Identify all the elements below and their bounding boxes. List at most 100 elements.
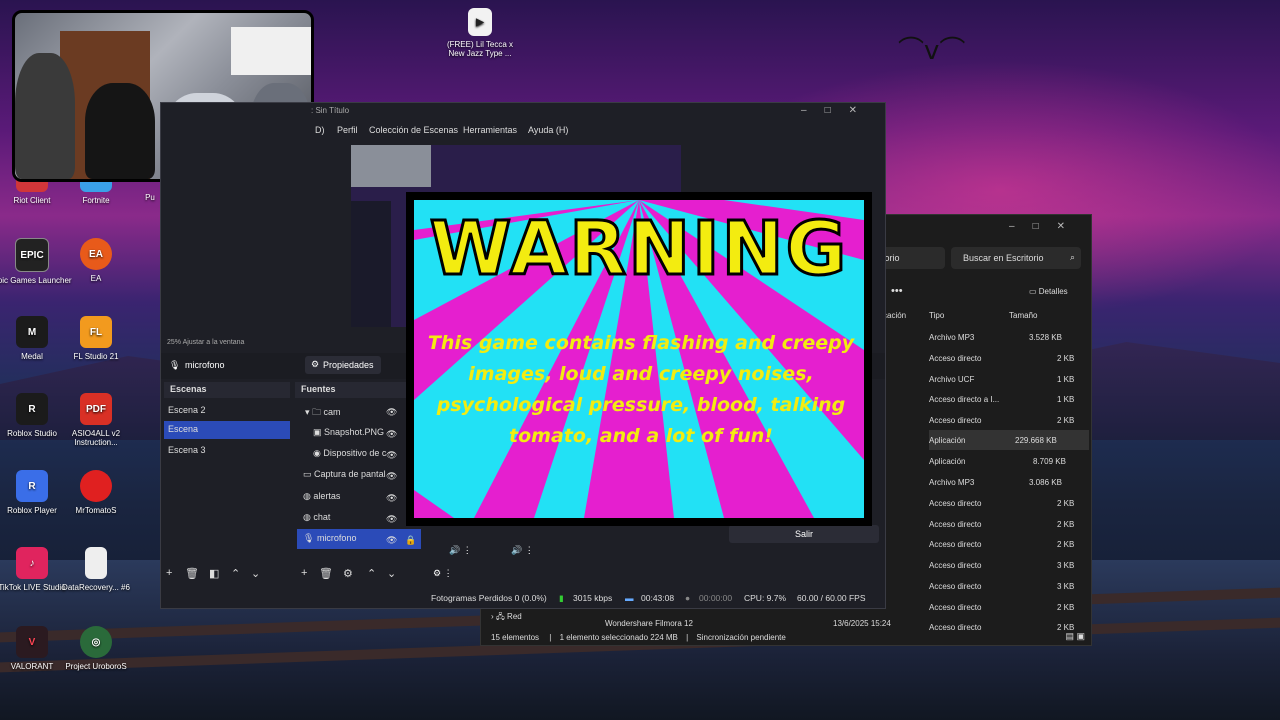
file-size: 3.528 KB (1029, 333, 1062, 342)
source-settings-icon[interactable]: ⚙ (343, 567, 353, 580)
file-row[interactable]: Acceso directo 2 KB (929, 410, 1089, 430)
zoom-indicator[interactable]: 25% Ajustar a la ventana (167, 339, 244, 346)
file-icon (85, 547, 107, 579)
file-row-selected[interactable]: Aplicación 229.668 KB (929, 430, 1089, 450)
source-item-device[interactable]: ◉ Dispositivo de c (297, 444, 421, 464)
desktop-icon-label: DataRecovery... #6 (62, 583, 130, 592)
desktop-icon-asio-pdf[interactable]: PDF ASIO4ALL v2 Instruction... (56, 393, 136, 447)
visibility-eye-icon[interactable]: 👁 (386, 450, 397, 461)
file-row[interactable]: Acceso directo a I... 1 KB (929, 389, 1089, 409)
view-toggle-icons[interactable]: ▤ ▣ (1065, 631, 1085, 642)
scene-item-selected[interactable]: Escena (164, 421, 290, 439)
roblox-studio-icon: R (16, 393, 48, 425)
add-source-icon[interactable]: + (301, 567, 307, 579)
desktop-icon-label: Fortnite (82, 196, 110, 205)
menu-item-herramientas[interactable]: Herramientas (463, 125, 517, 135)
desktop-icon-audio-file[interactable]: ▶ (FREE) Lil Tecca x New Jazz Type ... (440, 8, 520, 58)
preview-webcam (351, 145, 431, 187)
file-row[interactable]: Aplicación 8.709 KB (929, 451, 1089, 471)
move-up-icon[interactable]: ⌃ (231, 567, 240, 580)
file-row[interactable]: Acceso directo 3 KB (929, 576, 1089, 596)
desktop-icon-mrtomatos[interactable]: MrTomatoS (56, 470, 136, 515)
visibility-eye-icon[interactable]: 👁 (386, 493, 397, 504)
file-row[interactable]: Acceso directo 3 KB (929, 555, 1089, 575)
source-label: microfono (316, 533, 357, 543)
properties-button[interactable]: ⚙ Propiedades (305, 356, 381, 374)
file-type: Aplicación (929, 457, 966, 466)
source-item-chat[interactable]: ◍ chat (297, 508, 421, 528)
window-title: : Sin Título (311, 106, 350, 115)
audio-speaker-icon[interactable]: 🔊 ⋮ (511, 545, 534, 556)
menu-bar: D) Perfil Colección de Escenas Herramien… (161, 123, 885, 141)
file-row[interactable]: Archivo MP3 3.086 KB (929, 472, 1089, 492)
explorer-window-controls[interactable]: –□✕ (1009, 221, 1083, 232)
visibility-eye-icon[interactable]: 👁 (386, 407, 397, 418)
desktop-icon-project-uroboros[interactable]: ◎ Project UroboroS (56, 626, 136, 671)
scene-filter-icon[interactable]: ◧ (209, 567, 219, 580)
desktop-icon-ea[interactable]: EA EA (56, 238, 136, 283)
dropped-frames: Fotogramas Perdidos 0 (0.0%) (431, 593, 547, 603)
file-type: Aplicación (929, 436, 966, 445)
source-item-cam[interactable]: ▾ 🗀 cam (297, 401, 421, 421)
desktop-icon-datarecovery[interactable]: DataRecovery... #6 (56, 547, 136, 592)
search-placeholder: Buscar en Escritorio (963, 253, 1044, 263)
file-size: 229.668 KB (1015, 436, 1057, 445)
visibility-eye-icon[interactable]: 👁 (386, 535, 397, 546)
file-row[interactable]: Acceso directo 2 KB (929, 514, 1089, 534)
visibility-eye-icon[interactable]: 👁 (386, 429, 397, 440)
source-item-alertas[interactable]: ◍ alertas (297, 487, 421, 507)
file-row[interactable]: Acceso directo 2 KB (929, 534, 1089, 554)
file-row[interactable]: Acceso directo 2 KB (929, 348, 1089, 368)
remove-scene-icon[interactable]: 🗑 (185, 567, 199, 580)
desktop-icon-label: EA (90, 274, 102, 283)
column-header-size[interactable]: Tamaño (1009, 311, 1037, 320)
menu-item-perfil[interactable]: Perfil (337, 125, 358, 135)
nav-item-red[interactable]: › 🖧 Red (491, 611, 522, 625)
desktop-icon-fl-studio[interactable]: FL FL Studio 21 (56, 316, 136, 361)
remove-source-icon[interactable]: 🗑 (319, 567, 333, 580)
explorer-status-bar: 15 elementos | 1 elemento seleccionado 2… (491, 633, 786, 642)
source-down-icon[interactable]: ⌄ (387, 567, 396, 580)
lock-icon[interactable]: 🔒 (405, 535, 416, 546)
file-type: Acceso directo (929, 540, 982, 549)
file-row[interactable]: Archivo UCF 1 KB (929, 369, 1089, 389)
window-controls[interactable]: –□✕ (801, 105, 875, 116)
file-type: Archivo MP3 (929, 478, 975, 487)
file-type: Acceso directo (929, 354, 982, 363)
exit-button[interactable]: Salir (729, 525, 879, 543)
mixer-settings-icon[interactable]: ⚙ ⋮ (433, 568, 453, 579)
file-row[interactable]: Acceso directo 2 KB (929, 493, 1089, 513)
filmora-row[interactable]: Wondershare Filmora 12 13/6/2025 15:24 (605, 619, 891, 628)
add-scene-icon[interactable]: + (166, 567, 172, 579)
move-down-icon[interactable]: ⌄ (251, 567, 260, 580)
scene-item[interactable]: Escena 3 (164, 442, 290, 460)
visibility-eye-icon[interactable]: 👁 (386, 514, 397, 525)
source-item-screen-capture[interactable]: ▭ Captura de pantal (297, 465, 421, 485)
audio-speaker-icon[interactable]: 🔊 ⋮ (449, 545, 472, 556)
file-type: Acceso directo (929, 561, 982, 570)
search-input[interactable]: Buscar en Escritorio ⌕ (951, 247, 1081, 269)
desktop-icon-label: FL Studio 21 (73, 352, 119, 361)
fps-readout: 60.00 / 60.00 FPS (797, 593, 866, 603)
details-button[interactable]: ▭ Detalles (1029, 287, 1068, 296)
menu-item-coleccion[interactable]: Colección de Escenas (369, 125, 458, 135)
file-type: Acceso directo (929, 520, 982, 529)
scenes-header: Escenas (164, 382, 290, 398)
scene-item[interactable]: Escena 2 (164, 402, 290, 420)
desktop-icon-label: MrTomatoS (75, 506, 117, 515)
preview-nested (351, 201, 391, 327)
status-count: 15 elementos (491, 633, 540, 642)
file-row[interactable]: Archivo MP3 3.528 KB (929, 327, 1089, 347)
scenes-header-label: Escenas (170, 384, 207, 394)
file-type: Acceso directo (929, 582, 982, 591)
column-header-type[interactable]: Tipo (929, 311, 944, 320)
file-row[interactable]: Acceso directo 2 KB (929, 597, 1089, 617)
menu-item-ayuda[interactable]: Ayuda (H) (528, 125, 568, 135)
webcam-person (85, 83, 155, 179)
source-up-icon[interactable]: ⌃ (367, 567, 376, 580)
more-options-icon[interactable]: ••• (891, 285, 903, 297)
source-item-snapshot[interactable]: ▣ Snapshot.PNG (297, 423, 421, 443)
menu-item[interactable]: D) (315, 125, 325, 135)
visibility-eye-icon[interactable]: 👁 (386, 471, 397, 482)
source-item-microfono[interactable]: 🎙 microfono (297, 529, 421, 549)
